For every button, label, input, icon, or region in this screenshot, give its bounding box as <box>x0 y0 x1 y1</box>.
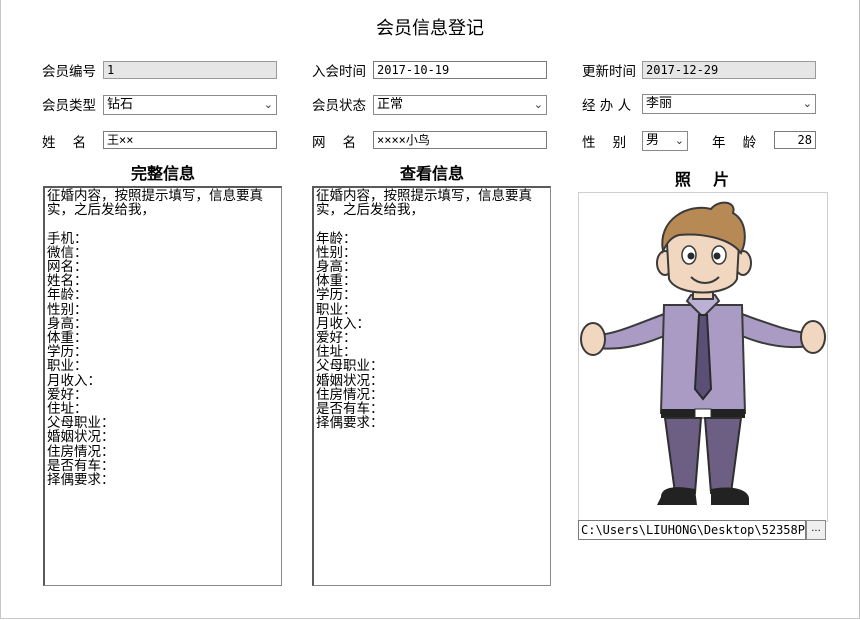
member-no-field[interactable]: 1 <box>103 61 277 79</box>
full-info-textarea[interactable]: 征婚内容，按照提示填写，信息要真实，之后发给我， 手机： 微信： 网名： 姓名：… <box>43 186 282 586</box>
handler-select[interactable]: 李丽 ⌄ <box>642 94 816 114</box>
member-status-label: 会员状态 <box>312 98 366 114</box>
gender-select[interactable]: 男 ⌄ <box>642 131 688 151</box>
page-title: 会员信息登记 <box>376 18 484 39</box>
handler-value: 李丽 <box>646 96 673 111</box>
browse-button[interactable]: ... <box>806 520 826 540</box>
update-time-label: 更新时间 <box>582 64 636 80</box>
age-label: 年 龄 <box>712 135 757 151</box>
photo-path-field[interactable]: C:\Users\LIUHONG\Desktop\52358P1 <box>578 520 806 540</box>
member-status-select[interactable]: 正常 ⌄ <box>373 95 547 115</box>
member-status-value: 正常 <box>377 97 404 112</box>
gender-value: 男 <box>646 133 660 148</box>
chevron-down-icon: ⌄ <box>674 134 684 147</box>
member-type-label: 会员类型 <box>42 98 96 114</box>
photo-heading: 照 片 <box>674 170 730 189</box>
netname-label: 网 名 <box>312 135 357 151</box>
name-field[interactable]: 王×× <box>103 131 277 149</box>
handler-label: 经 办 人 <box>582 98 632 114</box>
chevron-down-icon: ⌄ <box>533 98 543 111</box>
view-info-textarea[interactable]: 征婚内容，按照提示填写，信息要真实，之后发给我， 年龄： 性别： 身高： 体重：… <box>312 186 551 586</box>
photo-frame <box>578 192 828 522</box>
netname-field[interactable]: ××××小鸟 <box>373 131 547 149</box>
update-time-field[interactable]: 2017-12-29 <box>642 61 816 79</box>
age-field[interactable]: 28 <box>774 131 816 149</box>
member-type-select[interactable]: 钻石 ⌄ <box>103 95 277 115</box>
full-info-heading: 完整信息 <box>130 164 195 183</box>
view-info-heading: 查看信息 <box>399 164 464 183</box>
name-label: 姓 名 <box>42 135 87 151</box>
cartoon-man-photo <box>580 201 826 505</box>
member-no-label: 会员编号 <box>42 64 96 80</box>
join-time-label: 入会时间 <box>312 64 366 80</box>
member-type-value: 钻石 <box>107 97 134 112</box>
chevron-down-icon: ⌄ <box>263 98 273 111</box>
chevron-down-icon: ⌄ <box>802 97 812 110</box>
gender-label: 性 别 <box>582 135 627 151</box>
join-time-field[interactable]: 2017-10-19 <box>373 61 547 79</box>
